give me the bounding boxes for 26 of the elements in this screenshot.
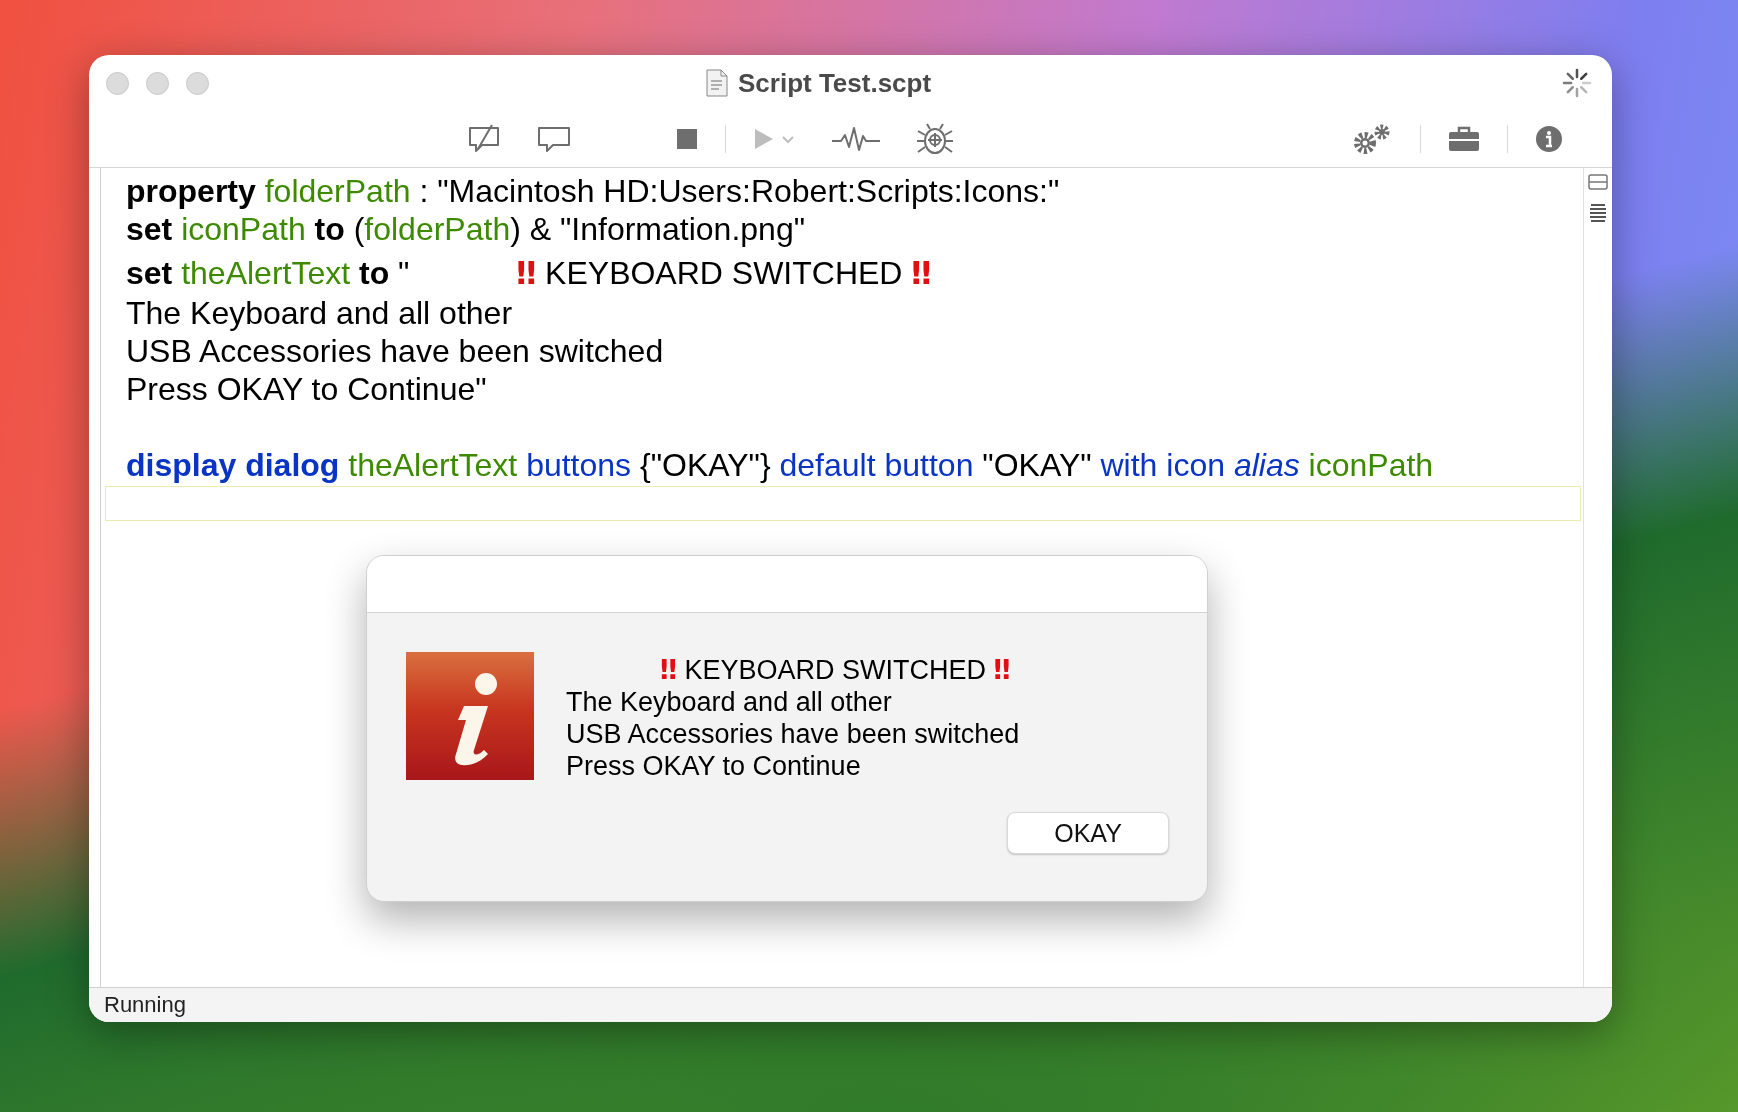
information-icon [406,652,534,780]
progress-spinner-icon [1562,68,1592,98]
stop-icon[interactable] [676,128,698,150]
dialog-message-line: The Keyboard and all other [566,686,893,718]
window-title: Script Test.scpt [738,67,932,99]
code-line: set theAlertText to " ‼ KEYBOARD SWITCHED ‼ [126,253,933,294]
dialog-message-line: ‼ KEYBOARD SWITCHED ‼ [659,654,1012,686]
briefcase-icon[interactable] [1448,126,1480,152]
code-line: set iconPath to (folderPath) & "Information.png" [126,210,807,248]
code-line: USB Accessories have been switched [126,332,665,370]
code-line: The Keyboard and all other [126,294,514,332]
info-icon[interactable] [1535,125,1563,153]
status-text: Running [89,987,1612,1022]
uncomment-icon[interactable] [466,124,502,154]
bug-icon[interactable] [915,121,955,157]
code-line: display dialog theAlertText buttons {"OKAY"} default button "OKAY" with icon alias iconPath [126,446,1435,484]
document-icon [706,69,728,97]
okay-button[interactable]: OKAY [1007,812,1169,854]
dialog-message-line: USB Accessories have been switched [566,718,1020,750]
dialog-message-line: Press OKAY to Continue [566,750,862,782]
list-icon[interactable] [1588,202,1608,222]
speech-bubble-icon[interactable] [536,124,572,154]
waveform-icon[interactable] [831,126,881,152]
code-line: property folderPath : "Macintosh HD:Users:Robert:Scripts:Icons:" [126,172,1061,210]
split-view-icon[interactable] [1588,174,1608,190]
code-line: Press OKAY to Continue" [126,370,488,408]
